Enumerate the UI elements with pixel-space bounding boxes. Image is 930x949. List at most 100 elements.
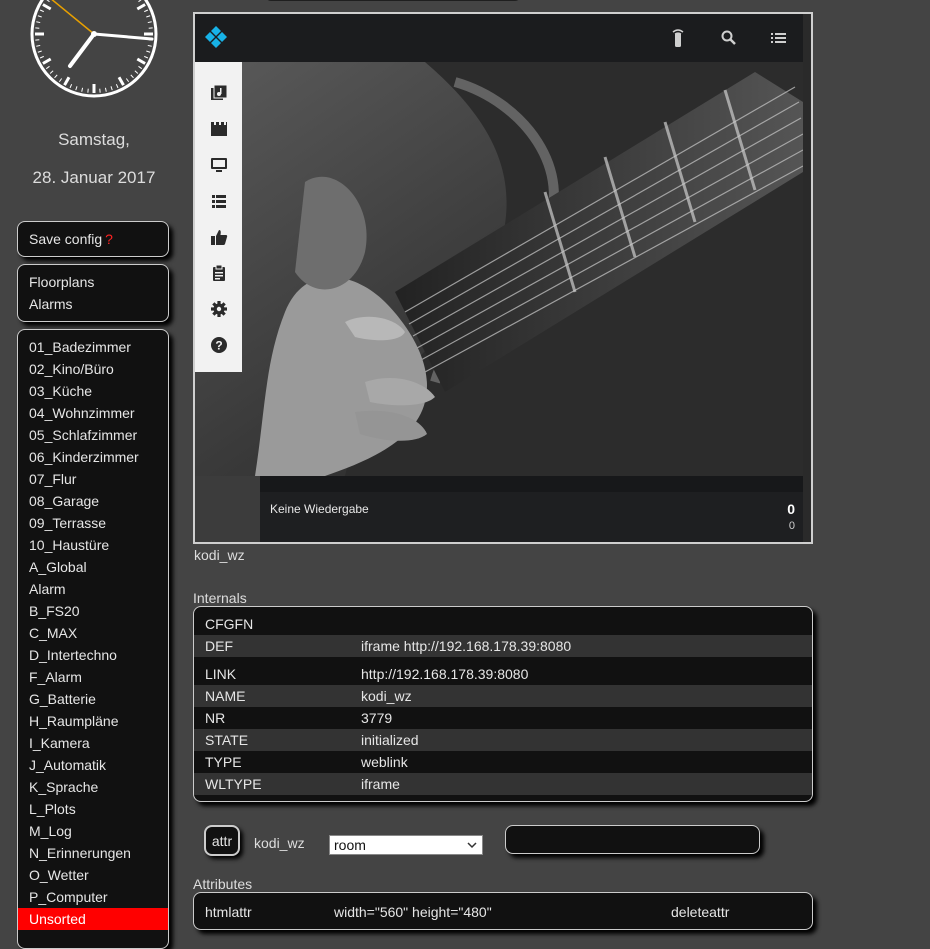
top-bar-edge bbox=[265, 0, 521, 1]
room-link[interactable]: B_FS20 bbox=[18, 600, 168, 622]
fanart-image bbox=[195, 62, 803, 476]
kodi-logo-icon[interactable] bbox=[203, 25, 229, 51]
clock-tick bbox=[131, 75, 134, 78]
internal-key: LINK bbox=[205, 663, 236, 685]
clock-tick bbox=[144, 56, 148, 58]
tv-icon[interactable] bbox=[210, 156, 228, 174]
internals-row: LINK http://192.168.178.39:8080 bbox=[194, 663, 812, 685]
internal-key: WLTYPE bbox=[205, 773, 262, 795]
clock-tick bbox=[138, 66, 141, 68]
nav-floorplans[interactable]: Floorplans bbox=[18, 271, 168, 293]
internals-row: TYPEweblink bbox=[194, 751, 812, 773]
internal-value: http://192.168.178.39:8080 bbox=[361, 663, 528, 685]
room-link[interactable]: F_Alarm bbox=[18, 666, 168, 688]
internals-row: STATE initialized bbox=[194, 729, 812, 751]
clock-tick bbox=[43, 5, 51, 10]
thumbs-up-icon[interactable] bbox=[210, 228, 228, 246]
room-link[interactable]: D_Intertechno bbox=[18, 644, 168, 666]
clock-tick bbox=[40, 56, 44, 58]
music-library-icon[interactable] bbox=[210, 84, 228, 102]
room-link[interactable]: 09_Terrasse bbox=[18, 512, 168, 534]
room-link[interactable]: A_Global bbox=[18, 556, 168, 578]
internal-key: STATE bbox=[205, 729, 248, 751]
room-link[interactable]: O_Wetter bbox=[18, 864, 168, 886]
attributes-title: Attributes bbox=[193, 876, 252, 892]
attribute-value-input[interactable] bbox=[505, 825, 760, 854]
internals-row: DEF iframe http://192.168.178.39:8080 bbox=[194, 635, 812, 657]
room-link[interactable]: C_MAX bbox=[18, 622, 168, 644]
room-link[interactable]: P_Computer bbox=[18, 886, 168, 908]
attribute-value: width="560" height="480" bbox=[334, 901, 492, 923]
room-link[interactable]: N_Erinnerungen bbox=[18, 842, 168, 864]
room-link[interactable]: 10_Haustüre bbox=[18, 534, 168, 556]
clock-tick bbox=[148, 45, 152, 46]
movies-icon[interactable] bbox=[210, 120, 228, 138]
attribute-select[interactable]: room bbox=[329, 835, 483, 855]
room-link[interactable]: J_Automatik bbox=[18, 754, 168, 776]
clock-tick bbox=[137, 5, 145, 10]
room-link[interactable]: 01_Badezimmer bbox=[18, 336, 168, 358]
attr-button[interactable]: attr bbox=[204, 825, 240, 856]
room-link[interactable]: K_Sprache bbox=[18, 776, 168, 798]
room-link[interactable]: 07_Flur bbox=[18, 468, 168, 490]
room-link[interactable]: I_Kamera bbox=[18, 732, 168, 754]
attributes-table: htmlattr width="560" height="480" deleteat… bbox=[193, 892, 813, 930]
remote-icon[interactable] bbox=[668, 28, 688, 48]
list-menu-icon[interactable] bbox=[768, 28, 788, 48]
room-link[interactable]: G_Batterie bbox=[18, 688, 168, 710]
internal-value: initialized bbox=[361, 729, 419, 751]
second-hand bbox=[50, 0, 94, 34]
room-link[interactable]: 08_Garage bbox=[18, 490, 168, 512]
room-link[interactable]: 05_Schlafzimmer bbox=[18, 424, 168, 446]
clipboard-icon[interactable] bbox=[210, 264, 228, 282]
clock-tick bbox=[76, 86, 77, 90]
now-playing-bar: Keine Wiedergabe 0 0 bbox=[195, 476, 803, 542]
room-link[interactable]: 02_Kino/Büro bbox=[18, 358, 168, 380]
iframe-scrollbar[interactable] bbox=[803, 14, 811, 542]
internal-key: NR bbox=[205, 707, 225, 729]
clock-tick bbox=[43, 59, 51, 64]
clock-tick bbox=[46, 0, 49, 2]
clock-tick bbox=[148, 22, 152, 23]
room-link[interactable]: M_Log bbox=[18, 820, 168, 842]
room-link[interactable]: 03_Küche bbox=[18, 380, 168, 402]
save-config-link[interactable]: Save config? bbox=[18, 228, 168, 250]
clock-tick bbox=[59, 78, 61, 81]
search-icon[interactable] bbox=[719, 28, 739, 48]
clock-tick bbox=[144, 10, 148, 12]
clock-tick bbox=[119, 77, 124, 85]
clock-tick bbox=[50, 71, 53, 74]
clock-tick bbox=[138, 0, 141, 2]
room-link[interactable]: H_Raumpläne bbox=[18, 710, 168, 732]
playlist-icon[interactable] bbox=[210, 192, 228, 210]
device-name-label[interactable]: kodi_wz bbox=[194, 547, 245, 563]
room-link[interactable]: 06_Kinderzimmer bbox=[18, 446, 168, 468]
room-link[interactable]: Unsorted bbox=[18, 908, 168, 930]
attribute-select-value: room bbox=[334, 837, 366, 853]
kodi-iframe[interactable]: ? Keine Wiedergabe 0 0 bbox=[193, 12, 813, 544]
date-weekday: Samstag, bbox=[0, 130, 188, 150]
unsaved-marker: ? bbox=[105, 231, 113, 247]
room-list: 01_Badezimmer02_Kino/Büro03_Küche04_Wohn… bbox=[17, 329, 169, 949]
clock-tick bbox=[70, 84, 72, 88]
internal-value: weblink bbox=[361, 751, 408, 773]
now-playing-count: 0 bbox=[787, 501, 795, 517]
chevron-down-icon bbox=[466, 837, 478, 853]
clock-tick bbox=[82, 88, 83, 92]
clock-tick bbox=[146, 51, 150, 52]
nav-alarms[interactable]: Alarms bbox=[18, 293, 168, 315]
delete-attribute-link[interactable]: deleteattr bbox=[671, 901, 729, 923]
help-icon[interactable]: ? bbox=[210, 336, 228, 354]
now-playing-thumbnail[interactable] bbox=[195, 476, 260, 542]
internal-key: DEF bbox=[205, 635, 233, 657]
internal-value: iframe http://192.168.178.39:8080 bbox=[361, 635, 571, 657]
room-link[interactable]: L_Plots bbox=[18, 798, 168, 820]
attribute-name[interactable]: htmlattr bbox=[205, 901, 252, 923]
room-link[interactable]: Alarm bbox=[18, 578, 168, 600]
clock-tick bbox=[105, 88, 106, 92]
settings-icon[interactable] bbox=[210, 300, 228, 318]
internal-key: NAME bbox=[205, 685, 245, 707]
minute-hand bbox=[94, 34, 152, 39]
room-link[interactable]: 04_Wohnzimmer bbox=[18, 402, 168, 424]
clock-tick bbox=[40, 10, 44, 12]
